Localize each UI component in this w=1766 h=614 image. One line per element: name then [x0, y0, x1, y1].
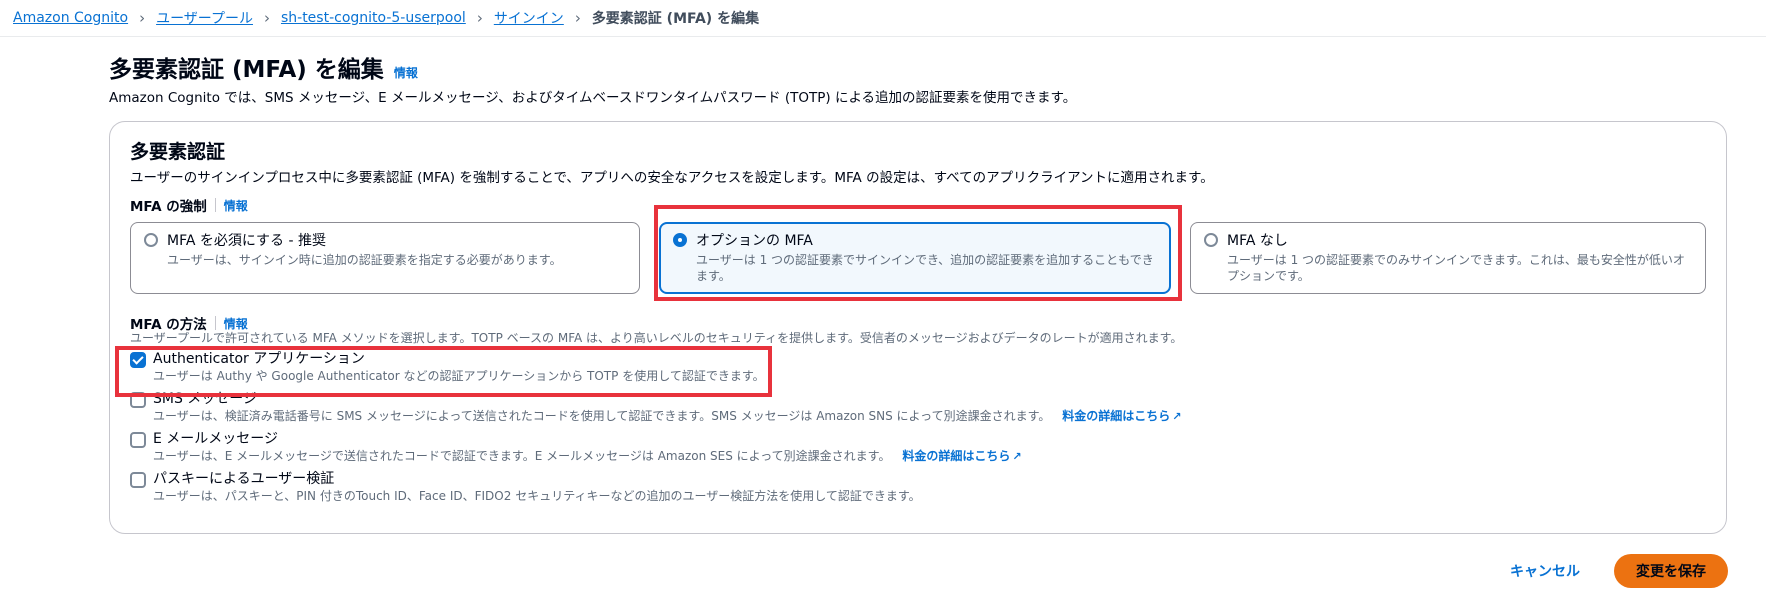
option-title: MFA なし	[1227, 233, 1288, 249]
option-description: ユーザーは 1 つの認証要素でのみサインインできます。これは、最も安全性が低いオ…	[1227, 253, 1685, 283]
cancel-button[interactable]: キャンセル	[1510, 561, 1580, 581]
page-info-link[interactable]: 情報	[394, 64, 418, 81]
chevron-right-icon: ›	[476, 9, 483, 27]
chevron-right-icon: ›	[139, 9, 146, 27]
breadcrumb-link-userpools[interactable]: ユーザープール	[156, 8, 253, 28]
sms-checkbox[interactable]	[130, 392, 146, 408]
radio-button-selected[interactable]	[673, 233, 687, 247]
method-email: E メールメッセージ ユーザーは、E メールメッセージで送信されたコードで認証で…	[130, 430, 1022, 465]
authenticator-app-checkbox[interactable]	[130, 352, 146, 368]
label-divider	[214, 316, 216, 330]
option-title: オプションの MFA	[696, 233, 813, 249]
method-sms: SMS メッセージ ユーザーは、検証済み電話番号に SMS メッセージによって送…	[130, 390, 1181, 425]
method-description: ユーザーは Authy や Google Authenticator などの認証…	[153, 369, 765, 383]
method-description: ユーザーは、パスキーと、PIN 付きのTouch ID、Face ID、FIDO…	[153, 489, 921, 503]
method-passkey: パスキーによるユーザー検証 ユーザーは、パスキーと、PIN 付きのTouch I…	[130, 470, 921, 505]
breadcrumb-link-signin[interactable]: サインイン	[494, 8, 564, 28]
breadcrumb-link-userpool[interactable]: sh-test-cognito-5-userpool	[281, 10, 466, 26]
method-description-row: ユーザーは、検証済み電話番号に SMS メッセージによって送信されたコードを使用…	[153, 408, 1181, 425]
pricing-link-text: 料金の詳細はこちら	[902, 449, 1011, 463]
mfa-methods-description: ユーザープールで許可されている MFA メソッドを選択します。TOTP ベースの…	[130, 331, 1183, 345]
method-label: パスキーによるユーザー検証	[153, 471, 335, 487]
radio-button[interactable]	[1204, 233, 1218, 247]
section-description: ユーザーのサインインプロセス中に多要素認証 (MFA) を強制することで、アプリ…	[130, 170, 1214, 186]
mfa-enforcement-label-row: MFA の強制 情報	[130, 195, 248, 215]
chevron-right-icon: ›	[574, 9, 581, 27]
option-description: ユーザーは、サインイン時に追加の認証要素を指定する必要があります。	[167, 253, 562, 267]
sms-pricing-link[interactable]: 料金の詳細はこちら ↗	[1062, 409, 1181, 423]
mfa-enforcement-info-link[interactable]: 情報	[224, 197, 248, 214]
breadcrumb-link-cognito[interactable]: Amazon Cognito	[13, 10, 128, 26]
method-label: Authenticator アプリケーション	[153, 351, 365, 367]
external-link-icon: ↗	[1012, 450, 1022, 463]
option-title: MFA を必須にする - 推奨	[167, 233, 326, 249]
radio-button[interactable]	[144, 233, 158, 247]
mfa-option-none[interactable]: MFA なし ユーザーは 1 つの認証要素でのみサインインできます。これは、最も…	[1190, 222, 1706, 294]
mfa-option-required[interactable]: MFA を必須にする - 推奨 ユーザーは、サインイン時に追加の認証要素を指定す…	[130, 222, 640, 294]
page-header: 多要素認証 (MFA) を編集 情報	[109, 50, 418, 84]
method-description-row: ユーザーは、E メールメッセージで送信されたコードで認証できます。E メールメッ…	[153, 448, 1022, 465]
method-label: SMS メッセージ	[153, 391, 258, 407]
pricing-link-text: 料金の詳細はこちら	[1062, 409, 1171, 423]
email-pricing-link[interactable]: 料金の詳細はこちら ↗	[902, 449, 1021, 463]
form-actions: キャンセル 変更を保存	[1510, 554, 1728, 588]
label-divider	[214, 198, 216, 212]
option-description: ユーザーは 1 つの認証要素でサインインでき、追加の認証要素を追加することもでき…	[696, 253, 1154, 283]
page-description: Amazon Cognito では、SMS メッセージ、E メールメッセージ、お…	[109, 90, 1077, 106]
header-divider	[0, 36, 1766, 37]
passkey-checkbox[interactable]	[130, 472, 146, 488]
method-label: E メールメッセージ	[153, 431, 279, 447]
email-checkbox[interactable]	[130, 432, 146, 448]
section-title: 多要素認証	[130, 141, 226, 163]
external-link-icon: ↗	[1172, 410, 1182, 423]
method-description: ユーザーは、検証済み電話番号に SMS メッセージによって送信されたコードを使用…	[153, 409, 1051, 423]
page-title: 多要素認証 (MFA) を編集	[109, 57, 384, 83]
mfa-enforcement-label: MFA の強制	[130, 199, 207, 215]
mfa-option-optional[interactable]: オプションの MFA ユーザーは 1 つの認証要素でサインインでき、追加の認証要…	[659, 222, 1171, 294]
method-description: ユーザーは、E メールメッセージで送信されたコードで認証できます。E メールメッ…	[153, 449, 891, 463]
save-changes-button[interactable]: 変更を保存	[1614, 554, 1728, 588]
method-authenticator-app: Authenticator アプリケーション ユーザーは Authy や Goo…	[130, 350, 765, 385]
breadcrumb-current: 多要素認証 (MFA) を編集	[591, 11, 760, 27]
chevron-right-icon: ›	[263, 9, 270, 27]
mfa-container: 多要素認証 ユーザーのサインインプロセス中に多要素認証 (MFA) を強制するこ…	[109, 121, 1727, 534]
breadcrumb: Amazon Cognito › ユーザープール › sh-test-cogni…	[13, 7, 759, 29]
